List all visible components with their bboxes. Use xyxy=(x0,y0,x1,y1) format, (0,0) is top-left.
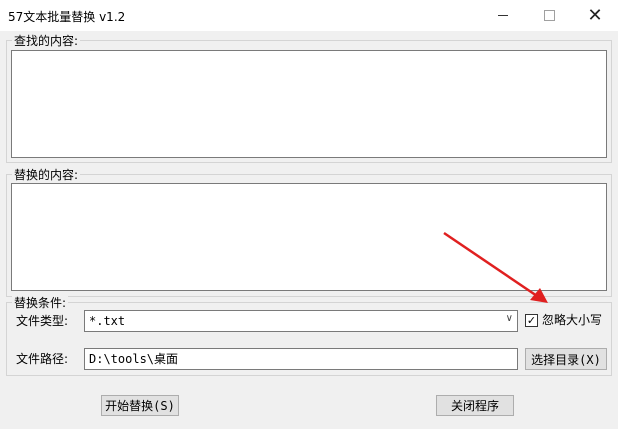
annotation-arrow xyxy=(443,231,548,303)
arrow-head xyxy=(530,288,548,303)
arrow-shaft xyxy=(443,231,541,300)
